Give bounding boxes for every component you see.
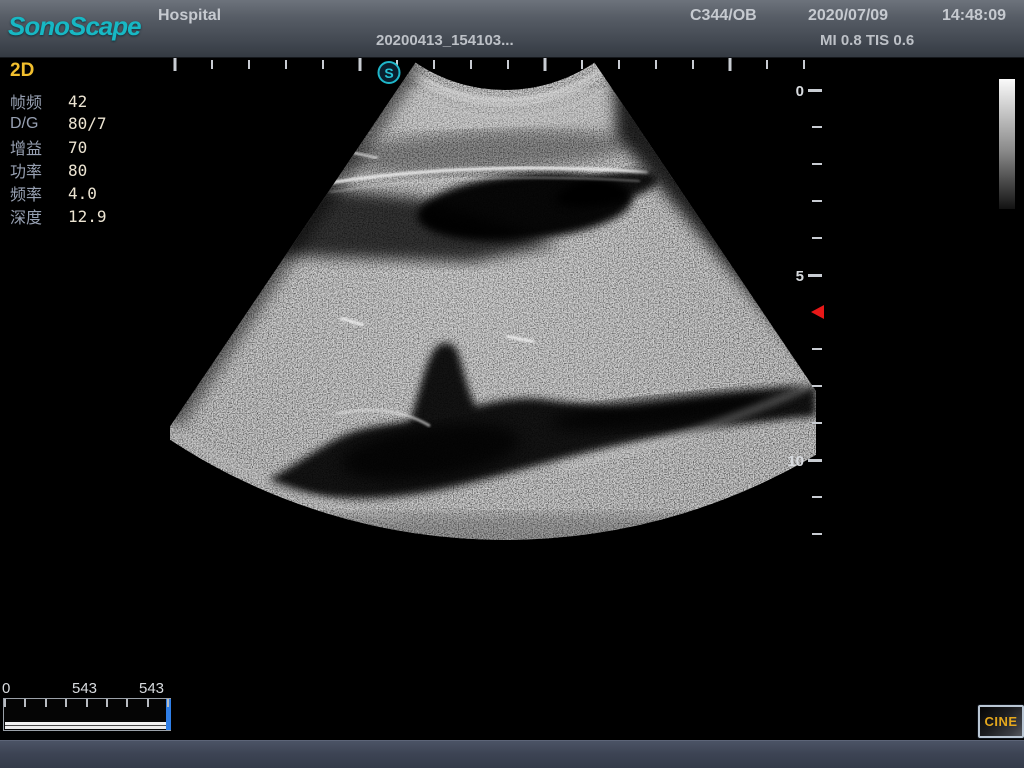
cine-track[interactable] <box>3 698 171 731</box>
cine-start-label: 0 <box>2 680 10 697</box>
taskbar <box>0 740 1024 768</box>
orientation-marker: S <box>379 62 400 83</box>
cine-progress-bar <box>5 722 166 729</box>
depth-label-0: 0 <box>796 83 804 100</box>
focus-marker[interactable] <box>811 305 824 319</box>
orientation-marker-label: S <box>384 65 393 81</box>
depth-label-5: 5 <box>796 268 804 285</box>
b-mode-fan <box>150 36 880 565</box>
cine-tick <box>4 699 6 707</box>
cine-tick <box>147 699 149 707</box>
cine-current-frame: 543 <box>72 680 97 697</box>
ultrasound-screen: SonoScape Hospital 20200413_154103... C3… <box>0 0 1024 768</box>
grayscale-bar <box>999 79 1015 209</box>
cine-tick <box>126 699 128 707</box>
cine-tick <box>167 699 169 707</box>
cine-total-frames: 543 <box>139 680 164 697</box>
top-ruler <box>174 58 806 71</box>
ultrasound-image: S 0 5 10 <box>0 0 1024 740</box>
cine-button-label: CINE <box>984 714 1017 729</box>
cine-scrubber: 0 543 543 <box>0 678 185 738</box>
cine-tick <box>24 699 26 707</box>
cine-tick <box>65 699 67 707</box>
cine-tick <box>45 699 47 707</box>
depth-label-10: 10 <box>787 453 804 470</box>
cine-button[interactable]: CINE <box>978 705 1024 738</box>
cine-tick <box>106 699 108 707</box>
cine-tick <box>86 699 88 707</box>
